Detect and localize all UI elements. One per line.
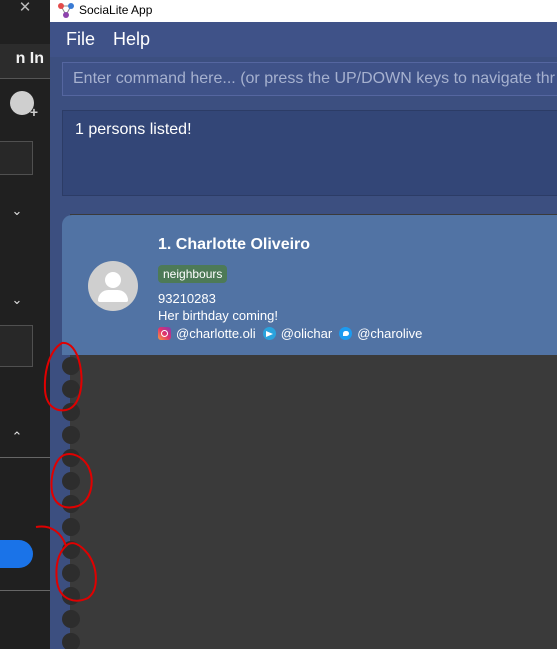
command-box	[62, 62, 557, 96]
list-gutter-bump	[62, 541, 80, 559]
socialite-window: SociaLite App File Help 1 persons listed…	[50, 0, 557, 649]
close-icon[interactable]: ✕	[14, 0, 36, 16]
person-add-icon[interactable]	[10, 91, 38, 120]
socialite-app-icon	[58, 3, 74, 18]
list-gutter-bump	[62, 564, 80, 582]
list-gutter-bump	[62, 449, 80, 467]
command-input[interactable]	[73, 63, 557, 95]
avatar-body	[98, 290, 128, 302]
chevron-down-icon[interactable]: ⌄	[10, 293, 24, 307]
list-gutter-bump	[62, 357, 80, 375]
person-name: 1. Charlotte Oliveiro	[158, 236, 311, 253]
background-input-field[interactable]	[0, 325, 33, 367]
chevron-up-icon[interactable]: ⌃	[10, 430, 24, 444]
person-card[interactable]: 1. Charlotte Oliveiro neighbours 9321028…	[62, 215, 557, 355]
list-gutter-bump	[62, 472, 80, 490]
menu-help[interactable]: Help	[113, 29, 150, 50]
telegram-icon	[262, 326, 276, 340]
chevron-down-icon[interactable]: ⌄	[10, 204, 24, 218]
title-bar: SociaLite App	[50, 0, 557, 22]
window-title: SociaLite App	[79, 3, 153, 17]
list-gutter-bump	[62, 403, 80, 421]
twitter-icon	[339, 326, 353, 340]
social-handles: @charlotte.oli @olichar @charolive	[158, 325, 429, 341]
list-gutter-bump	[62, 518, 80, 536]
sign-in-heading: n In	[15, 50, 44, 67]
remark: Her birthday coming!	[158, 308, 278, 323]
avatar	[88, 261, 138, 311]
instagram-handle: @charlotte.oli	[176, 325, 256, 341]
list-gutter-bump	[62, 380, 80, 398]
background-primary-button[interactable]	[0, 540, 33, 568]
list-gutter-bump	[62, 495, 80, 513]
list-gutter-bump	[62, 587, 80, 605]
menu-bar: File Help	[50, 22, 557, 57]
divider	[0, 78, 50, 79]
list-gutter-bump	[62, 633, 80, 649]
tag-badge: neighbours	[158, 265, 228, 283]
list-gutter-bump	[62, 610, 80, 628]
divider	[0, 457, 50, 458]
background-app-window: ✕ n In ⌄ ⌄ ⌃	[0, 0, 50, 649]
list-gutter-bump	[62, 426, 80, 444]
avatar-head	[105, 272, 121, 288]
result-text: 1 persons listed!	[75, 121, 192, 138]
menu-file[interactable]: File	[66, 29, 95, 50]
result-display: 1 persons listed!	[62, 110, 557, 196]
telegram-handle: @olichar	[280, 325, 333, 341]
instagram-icon	[158, 326, 171, 340]
phone-number: 93210283	[158, 291, 216, 306]
background-input-field[interactable]	[0, 141, 33, 175]
divider	[0, 590, 50, 591]
twitter-handle: @charolive	[357, 325, 423, 341]
person-list: 1. Charlotte Oliveiro neighbours 9321028…	[58, 214, 557, 649]
